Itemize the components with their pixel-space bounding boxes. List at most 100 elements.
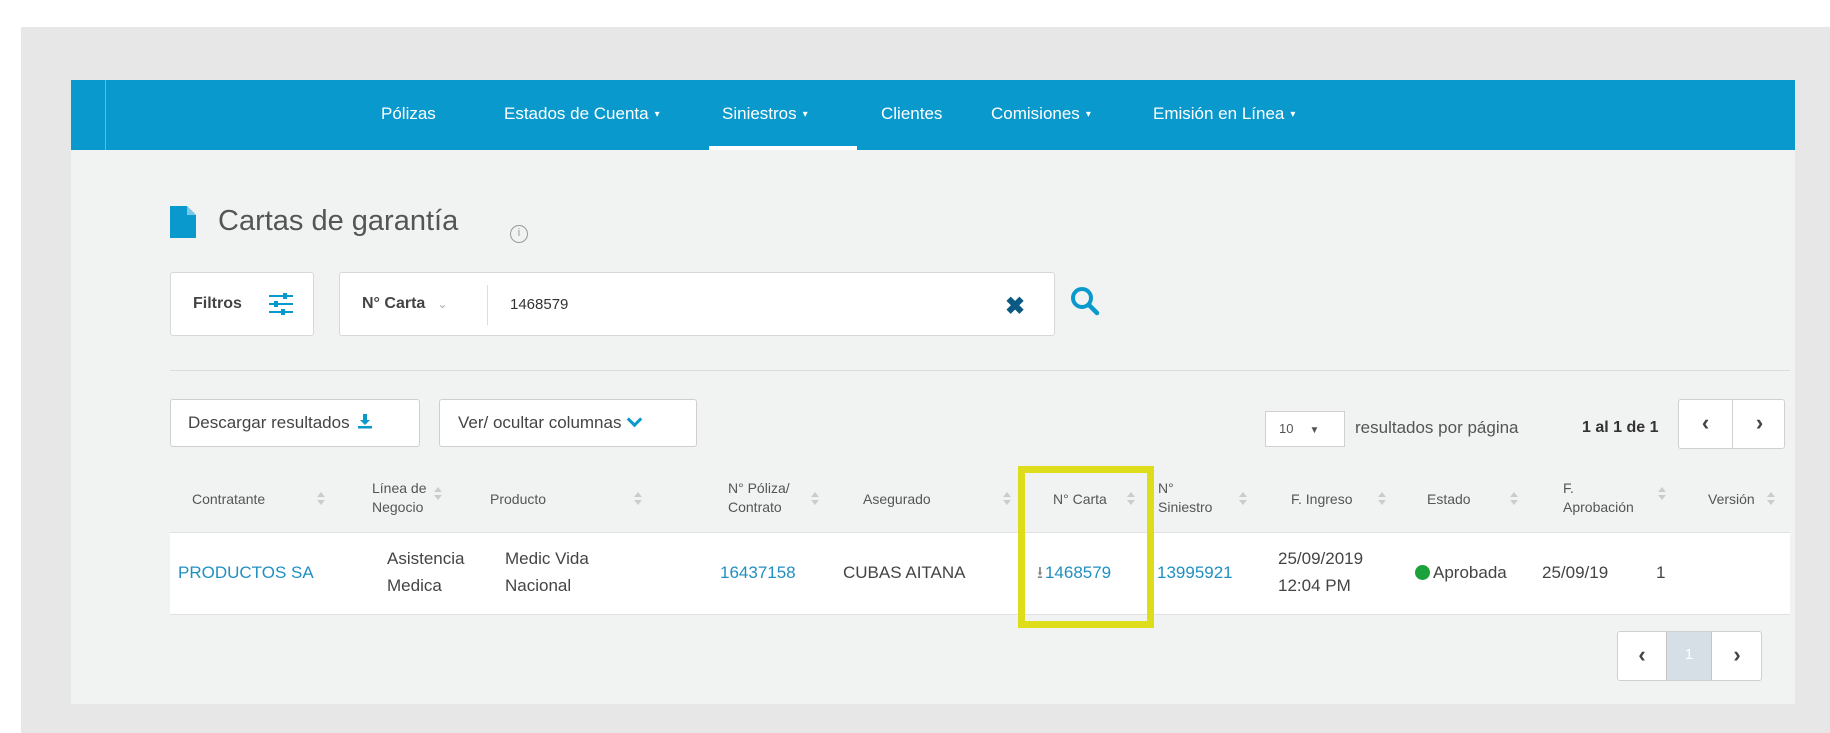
nav-item-estados-de-cuenta[interactable]: Estados de Cuenta ▾ <box>504 80 660 150</box>
column-header-n-siniestro[interactable]: N° Siniestro <box>1158 479 1212 517</box>
sort-icon[interactable] <box>1377 492 1387 506</box>
nav-item-polizas[interactable]: Pólizas <box>381 80 436 150</box>
column-header-contratante[interactable]: Contratante <box>192 490 265 509</box>
contratante-link[interactable]: PRODUCTOS SA <box>178 559 314 586</box>
sort-icon[interactable] <box>433 487 443 501</box>
siniestro-link[interactable]: 13995921 <box>1157 559 1233 586</box>
filters-button[interactable]: Filtros <box>170 272 314 336</box>
nav-item-label: Comisiones <box>991 104 1080 123</box>
per-page-label: resultados por página <box>1355 418 1519 437</box>
sort-icon[interactable] <box>810 492 820 506</box>
table-header: Contratante Línea de Negocio Producto N° … <box>170 467 1790 532</box>
nav-item-comisiones[interactable]: Comisiones ▾ <box>991 80 1091 150</box>
nav-item-emision-en-linea[interactable]: Emisión en Línea ▾ <box>1153 80 1295 150</box>
next-page-button[interactable]: › <box>1712 632 1762 680</box>
column-header-label: Estado <box>1427 491 1471 507</box>
download-results-button[interactable]: Descargar resultados <box>170 399 420 447</box>
column-header-asegurado[interactable]: Asegurado <box>863 490 931 509</box>
f-aprobacion-cell: 25/09/19 <box>1542 563 1609 582</box>
caret-down-icon: ▾ <box>654 109 660 120</box>
nav-item-label: Estados de Cuenta <box>504 104 649 123</box>
next-page-button[interactable]: › <box>1733 400 1786 448</box>
status-text: Aprobada <box>1433 563 1507 582</box>
search-box: N° Carta ⌄ 1468579 ✖ <box>339 272 1055 336</box>
column-header-estado[interactable]: Estado <box>1427 490 1471 509</box>
column-header-poliza[interactable]: N° Póliza/Contrato <box>728 479 790 517</box>
top-pager: ‹ › <box>1678 399 1785 449</box>
download-icon <box>357 414 372 429</box>
column-header-producto[interactable]: Producto <box>490 490 546 509</box>
highlight-box <box>1018 466 1154 628</box>
divider <box>170 370 1790 371</box>
nav-item-label: Emisión en Línea <box>1153 104 1285 123</box>
sort-icon[interactable] <box>316 492 326 506</box>
producto-cell: Medic Vida Nacional <box>505 545 589 599</box>
nav-item-clientes[interactable]: Clientes <box>881 80 942 150</box>
column-header-label: F. Ingreso <box>1291 491 1353 507</box>
chevron-down-icon <box>627 411 643 428</box>
sort-icon[interactable] <box>1002 492 1012 506</box>
caret-down-icon: ▾ <box>1290 109 1296 120</box>
cell-text: Asistencia <box>387 549 465 568</box>
cell-text: 25/09/2019 <box>1278 549 1364 568</box>
per-page-select[interactable]: 10 ▼ <box>1265 411 1345 447</box>
column-header-label: Producto <box>490 491 547 507</box>
nav-item-label: Pólizas <box>381 104 436 123</box>
column-header-label: Siniestro <box>1158 499 1213 515</box>
cell-text: Medic Vida <box>505 549 589 568</box>
column-header-label: Negocio <box>372 499 424 515</box>
cell-text: Medica <box>387 576 442 595</box>
column-header-label: Contratante <box>192 491 266 507</box>
search-field-select[interactable]: N° Carta ⌄ <box>362 295 447 313</box>
per-page-value: 10 <box>1279 421 1294 436</box>
f-ingreso-cell: 25/09/2019 12:04 PM <box>1278 545 1363 599</box>
caret-down-icon: ▼ <box>1309 425 1320 436</box>
asegurado-cell: CUBAS AITANA <box>843 563 966 582</box>
download-results-label: Descargar resultados <box>188 413 350 432</box>
column-header-label: Versión <box>1708 491 1755 507</box>
caret-down-icon: ▾ <box>802 109 808 120</box>
field-divider <box>487 285 488 325</box>
column-header-label: Línea de <box>372 480 427 496</box>
sort-icon[interactable] <box>633 492 643 506</box>
nav-active-indicator <box>709 146 857 150</box>
prev-page-button[interactable]: ‹ <box>1679 400 1732 448</box>
search-input[interactable]: 1468579 <box>510 296 568 313</box>
caret-down-icon: ▾ <box>1085 109 1091 120</box>
clear-icon[interactable]: ✖ <box>1005 292 1025 321</box>
linea-negocio-cell: Asistencia Medica <box>387 545 464 599</box>
search-icon[interactable] <box>1068 284 1102 318</box>
column-header-label: Contrato <box>728 499 782 515</box>
column-header-f-ingreso[interactable]: F. Ingreso <box>1291 490 1352 509</box>
sort-icon[interactable] <box>1766 492 1776 506</box>
column-header-label: Asegurado <box>863 491 931 507</box>
sort-icon[interactable] <box>1238 492 1248 506</box>
prev-page-button[interactable]: ‹ <box>1618 632 1666 680</box>
estado-cell: Aprobada <box>1415 559 1507 586</box>
toggle-columns-button[interactable]: Ver/ ocultar columnas <box>439 399 697 447</box>
sort-icon[interactable] <box>1509 492 1519 506</box>
current-page-button[interactable]: 1 <box>1666 632 1712 680</box>
sort-icon[interactable] <box>1657 487 1667 501</box>
toggle-columns-label: Ver/ ocultar columnas <box>458 413 622 432</box>
nav-item-siniestros[interactable]: Siniestros ▾ <box>722 80 808 150</box>
bottom-pager: ‹ 1 › <box>1617 631 1762 681</box>
search-field-label: N° Carta <box>362 295 426 312</box>
results-range: 1 al 1 de 1 <box>1582 419 1659 436</box>
column-header-linea-negocio[interactable]: Línea de Negocio <box>372 479 427 517</box>
nav-item-label: Siniestros <box>722 104 797 123</box>
column-header-label: N° Póliza/ <box>728 480 790 496</box>
nav-separator <box>105 80 106 150</box>
column-header-label: N° <box>1158 480 1174 496</box>
column-header-label: Aprobación <box>1563 499 1634 515</box>
filters-label: Filtros <box>193 295 242 312</box>
poliza-link[interactable]: 16437158 <box>720 559 796 586</box>
version-cell: 1 <box>1656 563 1666 582</box>
column-header-version[interactable]: Versión <box>1708 490 1755 509</box>
column-header-f-aprobacion[interactable]: F. Aprobación <box>1563 479 1634 517</box>
page-title: Cartas de garantía <box>218 205 459 237</box>
document-icon <box>170 206 196 238</box>
chevron-down-icon: ⌄ <box>437 297 448 311</box>
info-icon[interactable]: i <box>510 225 528 243</box>
top-navbar: Pólizas Estados de Cuenta ▾ Siniestros ▾ C… <box>71 80 1795 150</box>
